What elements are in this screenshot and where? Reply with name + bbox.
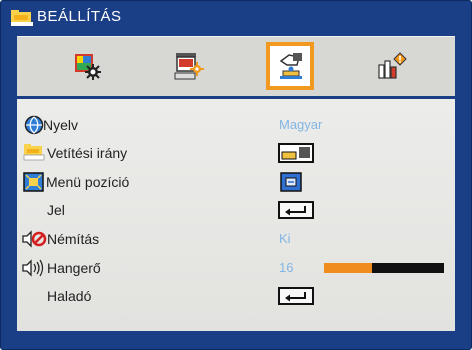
setup-folder-icon	[11, 10, 33, 26]
enter-icon[interactable]	[278, 201, 314, 219]
tab-setup[interactable]	[266, 42, 314, 90]
menu-item-volume[interactable]: Hangerő 16	[17, 254, 455, 282]
volume-slider-fill	[324, 263, 372, 273]
menu-panel: Nyelv Magyar Vetítési irány Menü pozíció…	[17, 99, 455, 331]
info-bars-icon	[378, 52, 407, 79]
menu-location-label: Menü pozíció	[46, 174, 130, 190]
volume-icon	[22, 259, 44, 277]
projection-label: Vetítési irány	[47, 145, 128, 161]
menu-item-projection[interactable]: Vetítési irány	[17, 139, 455, 167]
mute-label: Némítás	[47, 231, 100, 247]
menu-item-mute[interactable]: Némítás Ki	[17, 225, 455, 253]
tab-options[interactable]	[367, 42, 415, 90]
menu-item-menu-location[interactable]: Menü pozíció	[17, 168, 455, 196]
mute-value: Ki	[279, 231, 291, 246]
tab-picture[interactable]	[64, 42, 112, 90]
projector-osd-window: BEÁLLÍTÁS Nyelv Magyar Vetítési irány Me…	[0, 0, 472, 350]
language-value: Magyar	[279, 117, 323, 132]
volume-label: Hangerő	[47, 260, 101, 276]
enter-icon[interactable]	[278, 287, 314, 305]
hand-settings-icon	[279, 53, 302, 79]
projection-mode-icon[interactable]	[278, 143, 314, 163]
volume-value: 16	[279, 260, 294, 275]
page-title: BEÁLLÍTÁS	[37, 8, 122, 25]
menu-position-icon	[23, 172, 44, 192]
menu-location-center-icon[interactable]	[280, 172, 302, 192]
menu-tab-strip	[17, 36, 455, 96]
language-label: Nyelv	[43, 117, 79, 133]
projection-folder-icon	[23, 144, 45, 161]
screen-settings-icon	[174, 53, 204, 80]
tab-display[interactable]	[165, 42, 213, 90]
globe-icon	[24, 115, 44, 135]
menu-item-advanced[interactable]: Haladó	[17, 282, 455, 310]
mute-icon	[22, 230, 47, 248]
menu-item-language[interactable]: Nyelv Magyar	[17, 111, 455, 139]
volume-slider[interactable]	[324, 263, 444, 273]
menu-item-signal[interactable]: Jel	[17, 196, 455, 224]
advanced-label: Haladó	[47, 288, 92, 304]
signal-label: Jel	[47, 202, 65, 218]
title-bar: BEÁLLÍTÁS	[1, 1, 471, 33]
image-settings-icon	[75, 54, 101, 80]
